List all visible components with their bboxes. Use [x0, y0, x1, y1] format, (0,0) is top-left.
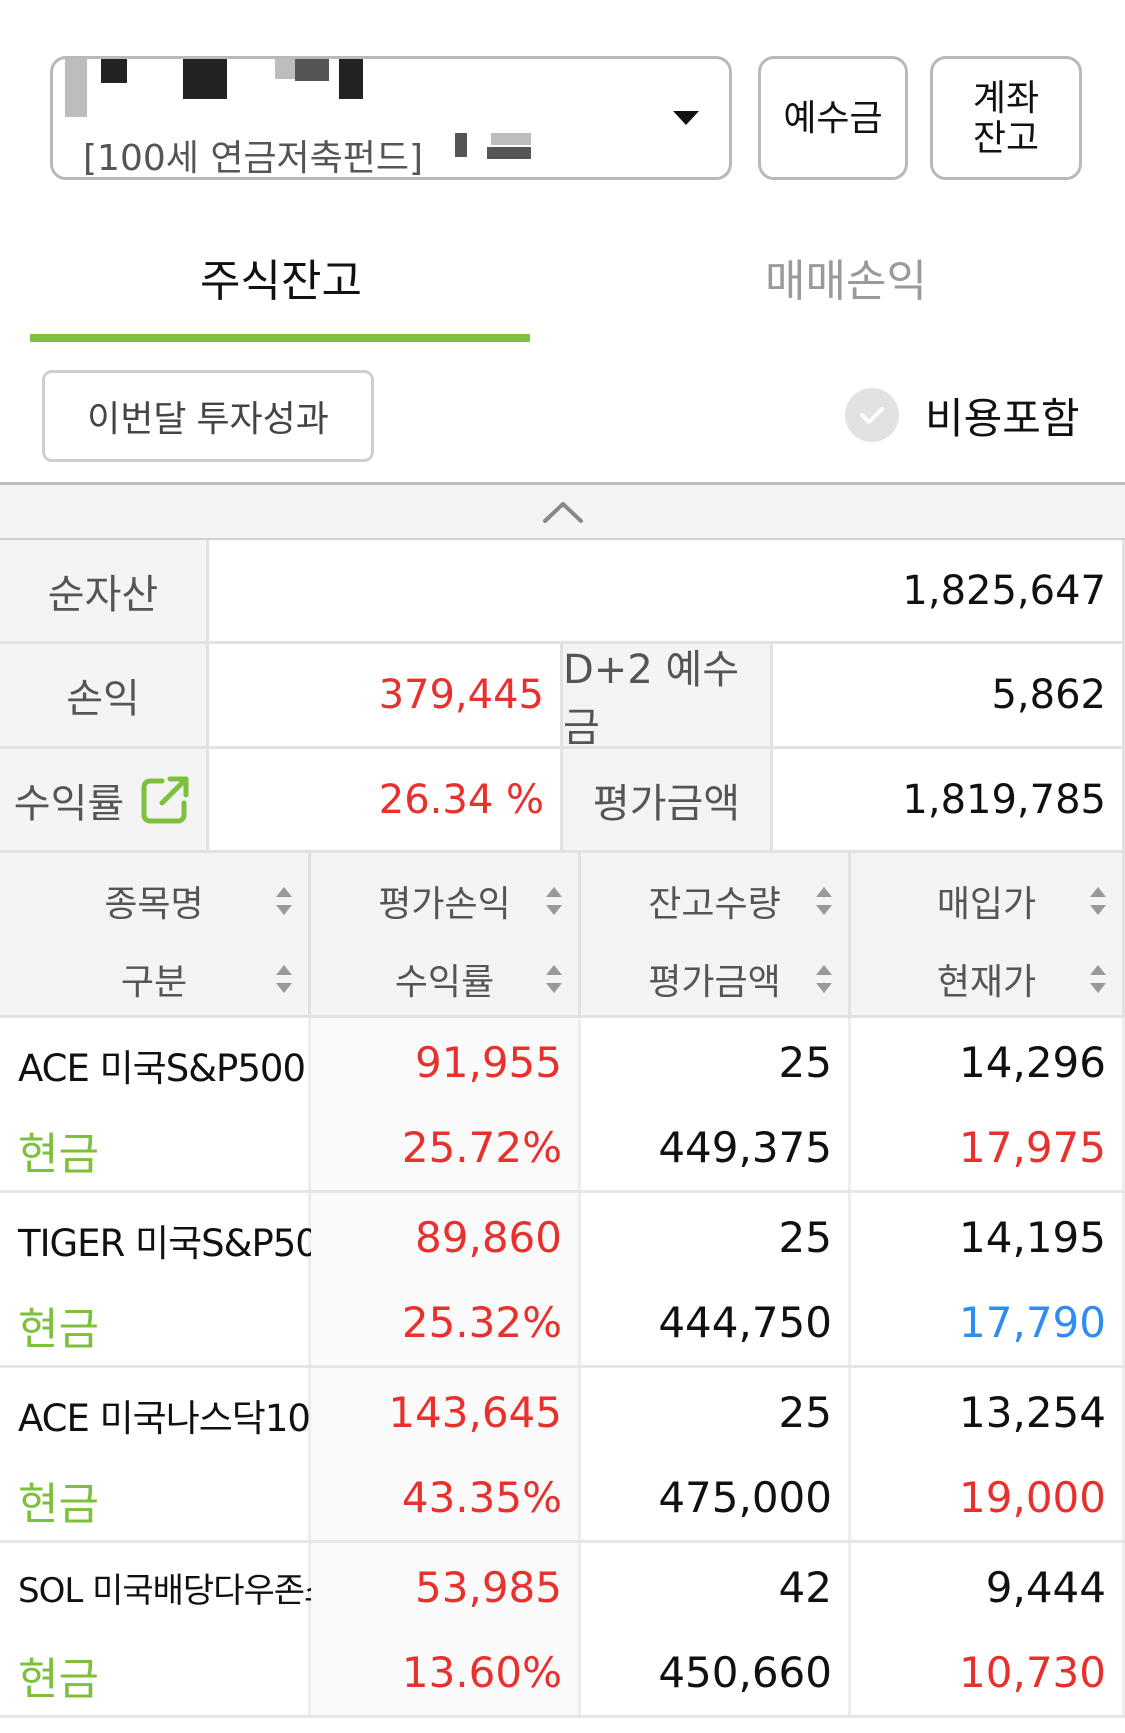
tab-trade-pnl[interactable]: 매매손익 [765, 245, 927, 309]
sort-icon[interactable] [1088, 961, 1108, 997]
sort-icon[interactable] [544, 961, 564, 997]
return-rate-value: 26.34 % [209, 749, 563, 853]
header-buy-price-label: 매입가 [936, 884, 1037, 925]
buy-price: 14,296 [959, 1038, 1106, 1087]
d2-deposit-label: D+2 예수금 [563, 644, 773, 751]
current-price: 17,790 [959, 1298, 1106, 1347]
dropdown-caret-icon [673, 111, 699, 125]
masked-account-block [491, 133, 531, 145]
masked-account-block [339, 59, 363, 99]
quantity: 25 [778, 1213, 832, 1262]
return-rate: 43.35% [401, 1473, 562, 1522]
sort-icon[interactable] [274, 883, 294, 919]
sort-icon[interactable] [274, 961, 294, 997]
sort-icon[interactable] [1088, 883, 1108, 919]
buy-price: 13,254 [959, 1388, 1106, 1437]
header-eval-pnl-label: 평가손익 [378, 884, 511, 925]
table-row[interactable]: TIGER 미국S&P500 현금 89,860 25.32% 25 444,7… [0, 1193, 1125, 1368]
eval-amount: 450,660 [658, 1648, 832, 1697]
account-type: 현금 [18, 1129, 99, 1180]
table-row[interactable]: ACE 미국S&P500 현금 91,955 25.72% 25 449,375… [0, 1018, 1125, 1193]
header-eval-amount-label: 평가금액 [648, 962, 781, 1003]
deposit-button[interactable]: 예수금 [758, 56, 908, 180]
header-current-price-label: 현재가 [936, 962, 1037, 1003]
return-rate: 25.32% [401, 1298, 562, 1347]
buy-price: 14,195 [959, 1213, 1106, 1262]
stock-name: ACE 미국S&P500 [18, 1047, 306, 1090]
header-type-label: 구분 [120, 962, 188, 1003]
account-type: 현금 [18, 1304, 99, 1355]
eval-pnl: 53,985 [415, 1563, 562, 1612]
pnl-value: 379,445 [209, 644, 563, 749]
return-rate: 25.72% [401, 1123, 562, 1172]
eval-pnl: 89,860 [415, 1213, 562, 1262]
tab-stock-balance[interactable]: 주식잔고 [200, 245, 362, 309]
sort-icon[interactable] [814, 883, 834, 919]
column-header-eval-pnl[interactable]: 평가손익 수익률 [311, 853, 581, 1018]
header-quantity-label: 잔고수량 [648, 884, 781, 925]
net-assets-label: 순자산 [0, 540, 209, 644]
eval-amount: 475,000 [658, 1473, 832, 1522]
header-return-rate-label: 수익률 [394, 962, 495, 1003]
pnl-label: 손익 [0, 644, 209, 749]
masked-account-block [101, 59, 127, 83]
account-name: [100세 연금저축펀드] [83, 138, 424, 179]
chevron-up-icon [542, 501, 583, 523]
masked-account-block [183, 59, 227, 99]
collapse-toggle[interactable] [0, 482, 1125, 540]
table-row[interactable]: ACE 미국나스닥100 현금 143,645 43.35% 25 475,00… [0, 1368, 1125, 1543]
return-rate-cell[interactable]: 수익률 [0, 749, 209, 853]
eval-amount: 444,750 [658, 1298, 832, 1347]
masked-account-block [275, 59, 295, 79]
sort-icon[interactable] [814, 961, 834, 997]
return-rate-label: 수익률 [13, 780, 125, 827]
account-type: 현금 [18, 1479, 99, 1530]
current-price: 10,730 [959, 1648, 1106, 1697]
table-row[interactable]: SOL 미국배당다우존스 현금 53,985 13.60% 42 450,660… [0, 1543, 1125, 1718]
active-tab-indicator [30, 334, 530, 342]
header-name-label: 종목명 [104, 884, 204, 925]
return-rate: 13.60% [401, 1648, 562, 1697]
eval-amount-label: 평가금액 [563, 749, 773, 853]
sort-icon[interactable] [544, 883, 564, 919]
quantity: 25 [778, 1388, 832, 1437]
account-type: 현금 [18, 1654, 99, 1705]
stock-name: TIGER 미국S&P500 [18, 1222, 341, 1265]
net-assets-value: 1,825,647 [209, 540, 1125, 644]
current-price: 19,000 [959, 1473, 1106, 1522]
masked-account-block [487, 147, 531, 159]
eval-pnl: 143,645 [388, 1388, 562, 1437]
quantity: 25 [778, 1038, 832, 1087]
column-header-quantity[interactable]: 잔고수량 평가금액 [581, 853, 851, 1018]
current-price: 17,975 [959, 1123, 1106, 1172]
quantity: 42 [778, 1563, 832, 1612]
account-balance-button[interactable]: 계좌 잔고 [930, 56, 1082, 180]
external-link-icon[interactable] [138, 773, 192, 827]
masked-account-block [295, 59, 329, 81]
include-fees-checkbox[interactable] [845, 388, 899, 442]
eval-amount-value: 1,819,785 [773, 749, 1125, 853]
account-selector[interactable]: [100세 연금저축펀드] [50, 56, 732, 180]
stock-name: SOL 미국배당다우존스 [18, 1571, 335, 1611]
masked-account-block [65, 59, 87, 117]
column-header-buy-price[interactable]: 매입가 현재가 [851, 853, 1125, 1018]
eval-amount: 449,375 [658, 1123, 832, 1172]
include-fees-label[interactable]: 비용포함 [925, 385, 1080, 446]
column-header-name[interactable]: 종목명 구분 [0, 853, 311, 1018]
d2-deposit-value: 5,862 [773, 644, 1125, 749]
stock-name: ACE 미국나스닥100 [18, 1397, 333, 1440]
masked-account-block [455, 133, 467, 157]
eval-pnl: 91,955 [415, 1038, 562, 1087]
buy-price: 9,444 [985, 1563, 1106, 1612]
monthly-performance-button[interactable]: 이번달 투자성과 [42, 370, 374, 462]
check-icon [860, 407, 884, 424]
